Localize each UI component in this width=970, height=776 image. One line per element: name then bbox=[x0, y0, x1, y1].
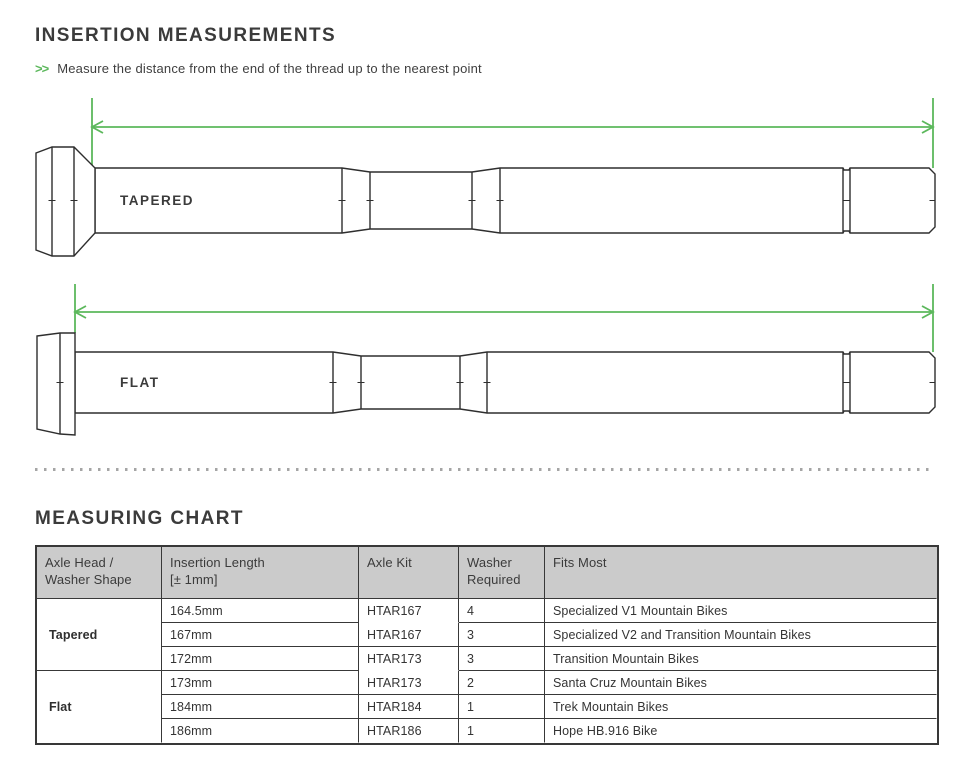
measuring-chart-title: MEASURING CHART bbox=[35, 508, 244, 530]
table-row: 167mm HTAR167 3 Specialized V2 and Trans… bbox=[37, 623, 937, 647]
dotted-divider bbox=[35, 468, 935, 471]
table-row: 172mm HTAR173 3 Transition Mountain Bike… bbox=[37, 647, 937, 671]
column-header-axle-head: Axle Head / Washer Shape bbox=[37, 547, 162, 599]
washer-required-cell: 3 bbox=[459, 623, 545, 647]
tapered-measurement-arrow bbox=[92, 98, 933, 170]
page-title: INSERTION MEASUREMENTS bbox=[35, 25, 336, 47]
axle-diagrams: TAPERED FLAT bbox=[0, 90, 970, 460]
flat-axle-shaft bbox=[75, 352, 935, 413]
axle-kit-cell: HTAR173 bbox=[359, 671, 459, 695]
fits-most-cell: Hope HB.916 Bike bbox=[545, 719, 937, 743]
insertion-length-cell: 164.5mm bbox=[162, 599, 359, 623]
fits-most-cell: Specialized V2 and Transition Mountain B… bbox=[545, 623, 937, 647]
washer-required-cell: 2 bbox=[459, 671, 545, 695]
insertion-measurements-page: INSERTION MEASUREMENTS >> Measure the di… bbox=[0, 0, 970, 776]
group-label-tapered: Tapered bbox=[37, 599, 162, 671]
flat-measurement-arrow bbox=[75, 284, 933, 352]
fits-most-cell: Specialized V1 Mountain Bikes bbox=[545, 599, 937, 623]
axle-kit-cell: HTAR167 bbox=[359, 599, 459, 623]
table-row: Tapered 164.5mm HTAR167 4 Specialized V1… bbox=[37, 599, 937, 623]
axle-kit-cell: HTAR184 bbox=[359, 695, 459, 719]
insertion-length-cell: 167mm bbox=[162, 623, 359, 647]
axle-kit-cell: HTAR186 bbox=[359, 719, 459, 743]
group-label-flat: Flat bbox=[37, 671, 162, 743]
washer-required-cell: 4 bbox=[459, 599, 545, 623]
fits-most-cell: Trek Mountain Bikes bbox=[545, 695, 937, 719]
insertion-length-cell: 184mm bbox=[162, 695, 359, 719]
washer-required-cell: 1 bbox=[459, 719, 545, 743]
insertion-length-cell: 173mm bbox=[162, 671, 359, 695]
fits-most-cell: Transition Mountain Bikes bbox=[545, 647, 937, 671]
axle-kit-cell: HTAR173 bbox=[359, 647, 459, 671]
flat-axle-head bbox=[37, 333, 75, 435]
instruction-text: Measure the distance from the end of the… bbox=[57, 61, 482, 76]
axle-kit-cell: HTAR167 bbox=[359, 623, 459, 647]
washer-required-cell: 3 bbox=[459, 647, 545, 671]
measuring-chart-table: Axle Head / Washer Shape Insertion Lengt… bbox=[35, 545, 939, 745]
fits-most-cell: Santa Cruz Mountain Bikes bbox=[545, 671, 937, 695]
column-header-fits-most: Fits Most bbox=[545, 547, 937, 599]
table-header-row: Axle Head / Washer Shape Insertion Lengt… bbox=[37, 547, 937, 599]
column-header-washer-required: Washer Required bbox=[459, 547, 545, 599]
flat-label: FLAT bbox=[120, 375, 160, 390]
column-header-insertion-length: Insertion Length [± 1mm] bbox=[162, 547, 359, 599]
tapered-axle-shaft bbox=[95, 168, 935, 233]
tapered-axle-head bbox=[36, 147, 95, 256]
insertion-length-cell: 186mm bbox=[162, 719, 359, 743]
washer-required-cell: 1 bbox=[459, 695, 545, 719]
table-row: 186mm HTAR186 1 Hope HB.916 Bike bbox=[37, 719, 937, 743]
insertion-length-cell: 172mm bbox=[162, 647, 359, 671]
double-chevron-icon: >> bbox=[35, 61, 48, 76]
table-row: Flat 173mm HTAR173 2 Santa Cruz Mountain… bbox=[37, 671, 937, 695]
column-header-axle-kit: Axle Kit bbox=[359, 547, 459, 599]
instruction-line: >> Measure the distance from the end of … bbox=[35, 61, 482, 76]
tapered-label: TAPERED bbox=[120, 193, 194, 208]
tapered-axle-diagram: TAPERED bbox=[36, 98, 936, 256]
flat-axle-diagram: FLAT bbox=[37, 284, 936, 435]
table-row: 184mm HTAR184 1 Trek Mountain Bikes bbox=[37, 695, 937, 719]
